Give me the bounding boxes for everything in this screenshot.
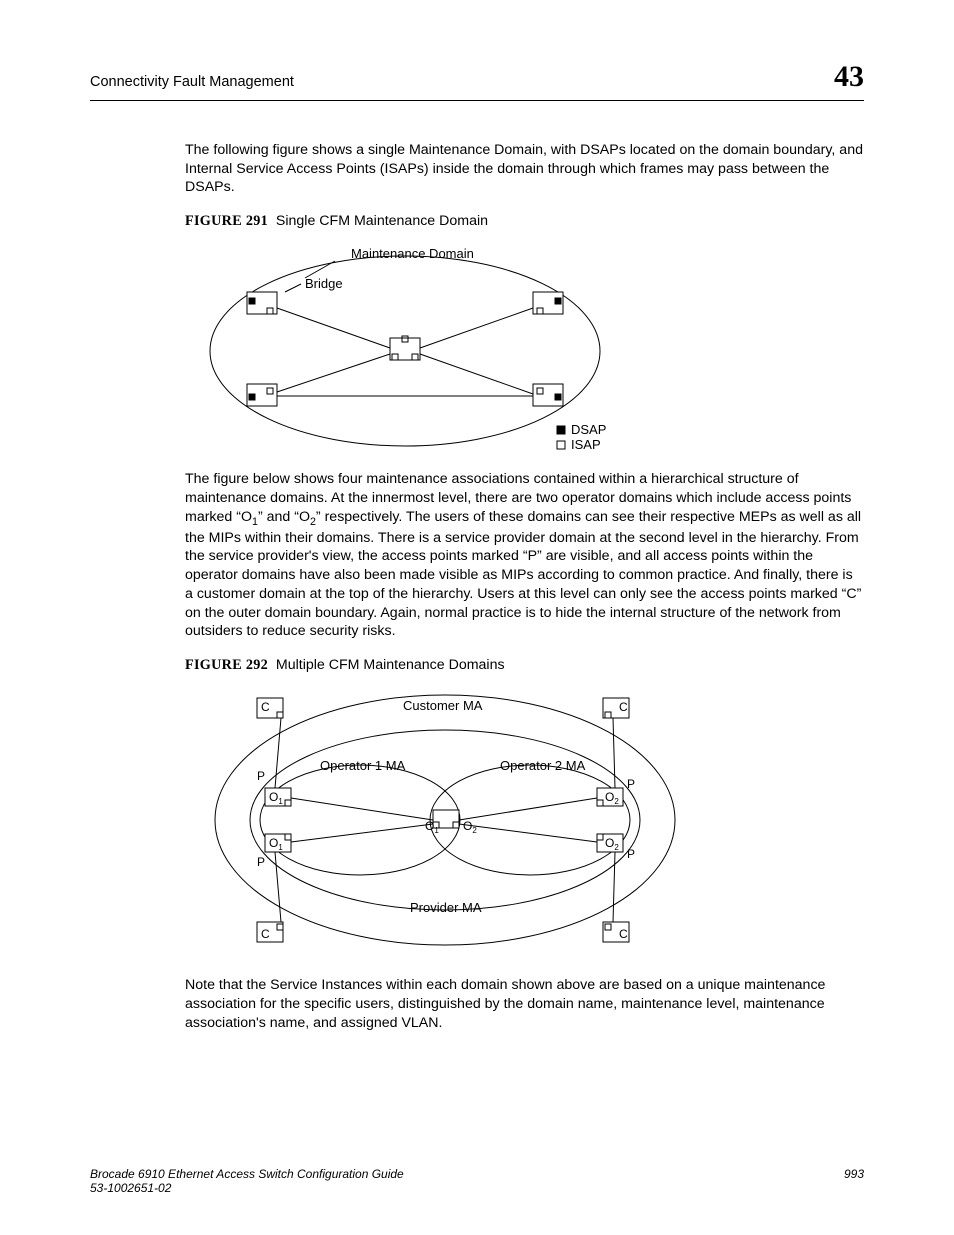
footer-doc-title: Brocade 6910 Ethernet Access Switch Conf… <box>90 1167 404 1181</box>
label-operator1: Operator 1 MA <box>320 758 406 773</box>
label-bridge: Bridge <box>305 276 343 291</box>
figure-291-label: FIGURE 291 <box>185 213 268 229</box>
figure-291-diagram: Maintenance Domain Bridge <box>185 236 665 456</box>
label-p-tr: P <box>627 777 635 791</box>
header-rule <box>90 100 864 101</box>
label-p-bl: P <box>257 855 265 869</box>
footer-page-num: 993 <box>844 1167 864 1195</box>
figure-292-caption: FIGURE 292 Multiple CFM Maintenance Doma… <box>185 657 864 674</box>
para2-c: ” respectively. The users of these domai… <box>185 509 861 640</box>
intro-paragraph-3: Note that the Service Instances within e… <box>185 976 864 1032</box>
svg-text:C: C <box>619 927 628 941</box>
label-maintenance-domain: Maintenance Domain <box>351 246 474 261</box>
legend-isap: ISAP <box>571 437 601 452</box>
figure-291-title: Single CFM Maintenance Domain <box>276 213 488 229</box>
intro-paragraph-1: The following figure shows a single Main… <box>185 141 864 197</box>
figure-292-title: Multiple CFM Maintenance Domains <box>276 657 505 673</box>
label-customer-ma: Customer MA <box>403 698 483 713</box>
svg-text:C: C <box>261 700 270 714</box>
page-footer: Brocade 6910 Ethernet Access Switch Conf… <box>90 1167 864 1195</box>
svg-text:C: C <box>261 927 270 941</box>
label-provider: Provider MA <box>410 900 482 915</box>
figure-292-diagram: Customer MA Operator 1 MA Operator 2 MA … <box>185 680 705 960</box>
label-p-br: P <box>627 847 635 861</box>
label-p-tl: P <box>257 769 265 783</box>
figure-292-label: FIGURE 292 <box>185 657 268 673</box>
label-o2-c: O2 <box>463 819 477 835</box>
intro-paragraph-2: The figure below shows four maintenance … <box>185 470 864 641</box>
para2-b: ” and “O <box>258 509 310 525</box>
figure-291-caption: FIGURE 291 Single CFM Maintenance Domain <box>185 213 864 230</box>
running-header: Connectivity Fault Management <box>90 74 294 90</box>
svg-text:C: C <box>619 700 628 714</box>
legend-dsap: DSAP <box>571 422 606 437</box>
label-operator2: Operator 2 MA <box>500 758 586 773</box>
chapter-number: 43 <box>834 60 864 94</box>
footer-doc-num: 53-1002651-02 <box>90 1181 404 1195</box>
